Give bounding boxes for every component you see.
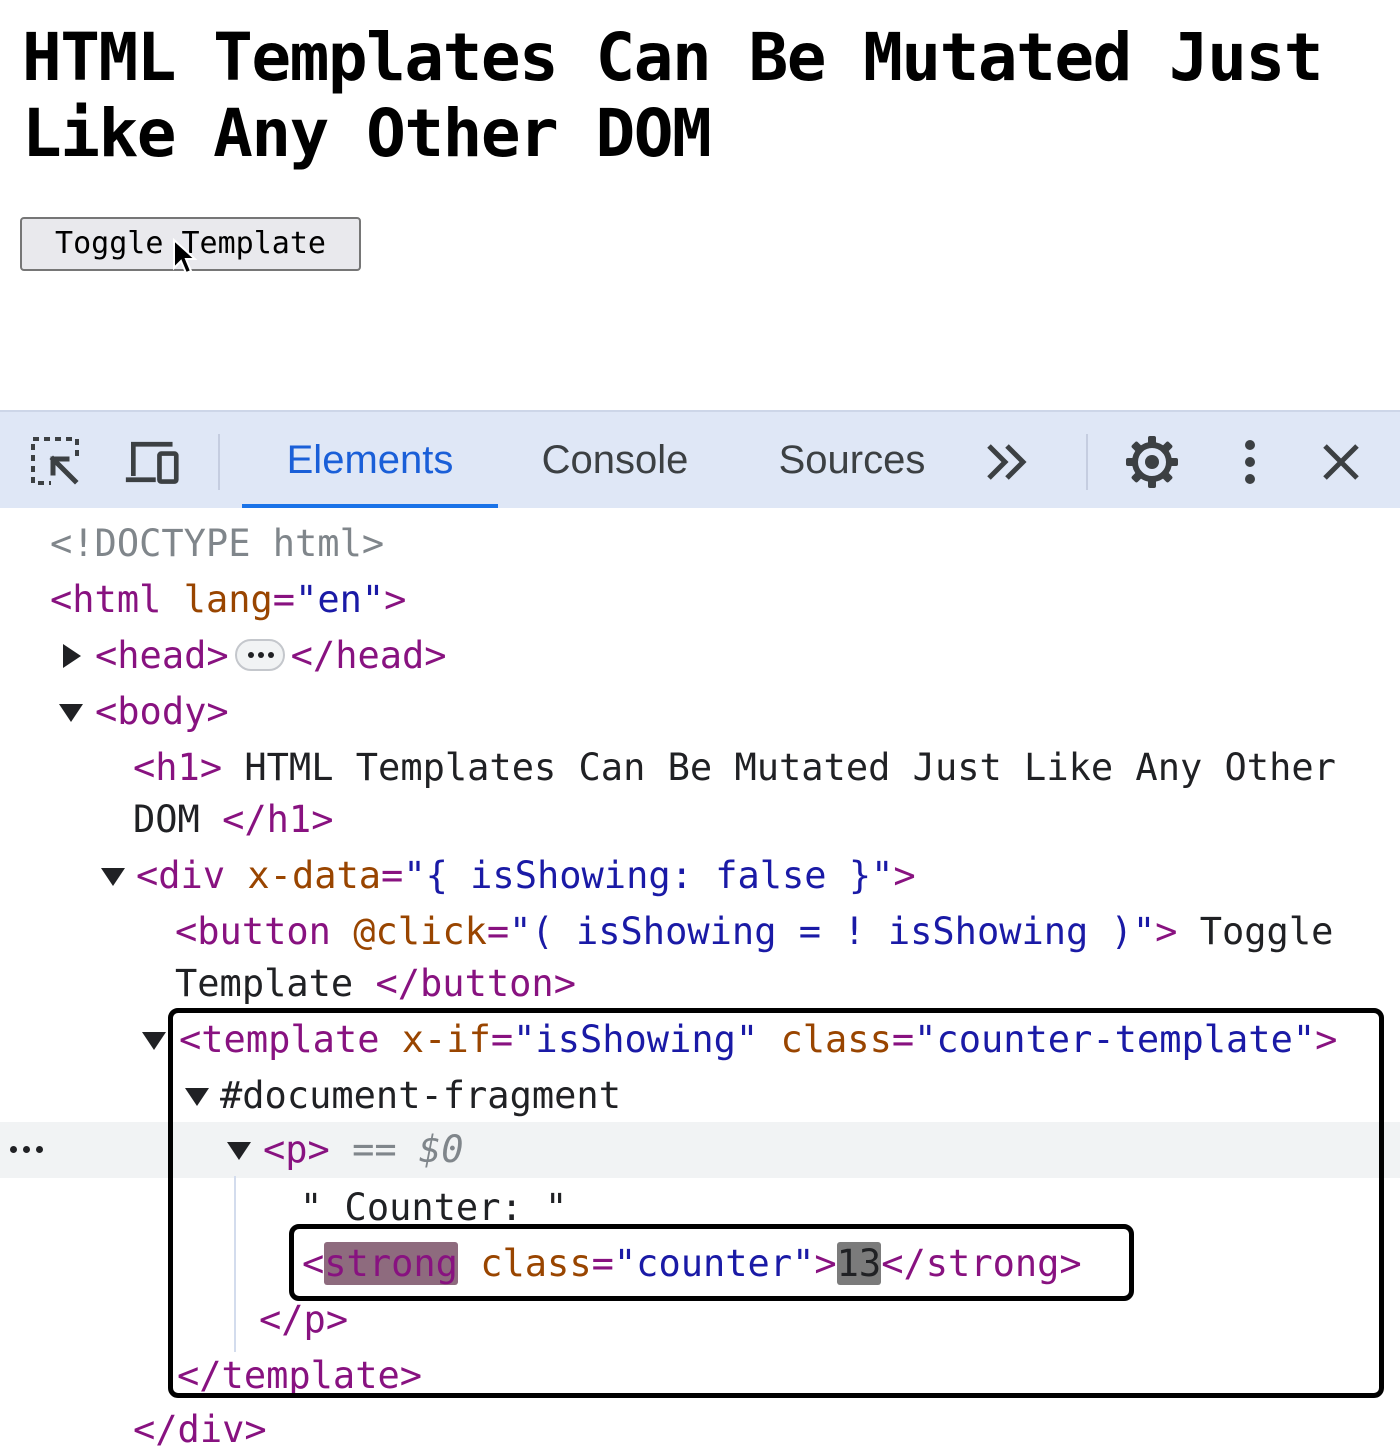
- head-open-tag: <head>: [95, 634, 229, 677]
- tree-node-p-selected[interactable]: <p> == $0: [0, 1122, 1400, 1178]
- html-lang-value: "en": [295, 578, 385, 621]
- div-close-bracket: >: [893, 854, 916, 897]
- div-close-tag: </div>: [133, 1408, 267, 1446]
- more-tabs-icon[interactable]: [980, 434, 1036, 490]
- template-close-tag: </template>: [177, 1354, 423, 1397]
- collapsed-ellipsis-icon[interactable]: [234, 638, 285, 671]
- p-open-tag: <p>: [263, 1128, 330, 1171]
- tree-node-button[interactable]: <button @click="( isShowing = ! isShowin…: [0, 904, 1400, 960]
- h1-open-tag: <h1>: [133, 746, 223, 789]
- h1-close-tag: </h1>: [222, 798, 334, 841]
- document-fragment-label: #document-fragment: [220, 1074, 621, 1117]
- strong-class-attr: class: [480, 1242, 592, 1285]
- tree-node-template[interactable]: <template x-if="isShowing" class="counte…: [0, 1012, 1400, 1068]
- head-close-tag: </head>: [290, 634, 447, 677]
- h1-text-line1: HTML Templates Can Be Mutated Just Like …: [222, 746, 1336, 789]
- devtools-toolbar: Elements Console Sources: [0, 410, 1400, 509]
- tree-node-doctype[interactable]: <!DOCTYPE html>: [0, 516, 1400, 572]
- template-xif-attr: x-if: [401, 1018, 491, 1061]
- collapse-triangle-icon[interactable]: [142, 1032, 166, 1050]
- html-close-bracket: >: [384, 578, 407, 621]
- tree-node-template-close[interactable]: </template>: [0, 1348, 1400, 1404]
- elements-tree: <!DOCTYPE html> <html lang="en"> <head> <…: [0, 508, 1400, 1446]
- strong-lt: <: [302, 1242, 325, 1285]
- template-class-value: "counter-template": [914, 1018, 1316, 1061]
- settings-gear-icon[interactable]: [1124, 434, 1180, 490]
- button-close-bracket: >: [1155, 910, 1178, 953]
- kebab-menu-icon[interactable]: [1222, 434, 1278, 490]
- counter-value-highlight: 13: [836, 1242, 882, 1285]
- tree-node-document-fragment[interactable]: #document-fragment: [0, 1068, 1400, 1124]
- toolbar-separator: [218, 434, 220, 490]
- p-close-tag: </p>: [259, 1298, 349, 1341]
- tree-node-div[interactable]: <div x-data="{ isShowing: false }">: [0, 848, 1400, 904]
- tree-node-counter-text[interactable]: " Counter: ": [0, 1180, 1400, 1236]
- tree-node-p-close[interactable]: </p>: [0, 1292, 1400, 1348]
- button-close-tag: </button>: [375, 962, 576, 1005]
- template-xif-value: "isShowing": [513, 1018, 759, 1061]
- strong-close-tag: </strong>: [881, 1242, 1082, 1285]
- tree-node-html[interactable]: <html lang="en">: [0, 572, 1400, 628]
- body-open-tag: <body>: [95, 690, 229, 733]
- div-xdata-attr: x-data: [247, 854, 382, 897]
- tree-node-strong[interactable]: <strong class="counter">13</strong>: [0, 1236, 1400, 1292]
- row-actions-ellipsis-icon[interactable]: [10, 1146, 50, 1156]
- rendered-page: HTML Templates Can Be Mutated Just Like …: [0, 0, 1400, 410]
- close-icon[interactable]: [1313, 434, 1369, 490]
- collapse-triangle-icon[interactable]: [227, 1142, 251, 1160]
- html-open-tag: <html: [50, 578, 162, 621]
- strong-class-value: "counter": [613, 1242, 815, 1285]
- tree-node-head[interactable]: <head> </head>: [0, 628, 1400, 684]
- button-click-value: "( isShowing = ! isShowing )": [509, 910, 1156, 953]
- expand-triangle-icon[interactable]: [63, 644, 81, 668]
- tree-node-button-wrap[interactable]: Template </button>: [0, 956, 1400, 1012]
- collapse-triangle-icon[interactable]: [101, 868, 125, 886]
- button-click-attr: @click: [353, 910, 487, 953]
- mouse-cursor-icon: [173, 238, 198, 275]
- tree-node-h1-wrap[interactable]: DOM </h1>: [0, 792, 1400, 848]
- button-open-tag: <button: [175, 910, 331, 953]
- toolbar-separator: [1086, 434, 1088, 490]
- template-open-tag: <template: [179, 1018, 380, 1061]
- collapse-triangle-icon[interactable]: [59, 704, 83, 722]
- div-xdata-value: "{ isShowing: false }": [403, 854, 894, 897]
- button-text-line1: Toggle: [1177, 910, 1334, 953]
- tree-node-body[interactable]: <body>: [0, 684, 1400, 740]
- tab-elements[interactable]: Elements: [242, 412, 498, 508]
- counter-text-node: " Counter: ": [300, 1186, 568, 1229]
- button-text-line2: Template: [175, 962, 376, 1005]
- div-open-tag: <div: [136, 854, 226, 897]
- strong-tag-name-highlight: strong: [324, 1242, 458, 1285]
- template-class-attr: class: [780, 1018, 892, 1061]
- tree-node-div-close[interactable]: </div>: [0, 1402, 1400, 1446]
- tree-node-h1[interactable]: <h1> HTML Templates Can Be Mutated Just …: [0, 740, 1400, 796]
- tab-sources[interactable]: Sources: [752, 412, 952, 508]
- selected-node-marker: == $0: [352, 1128, 464, 1171]
- template-close-bracket: >: [1315, 1018, 1338, 1061]
- device-toggle-icon[interactable]: [124, 434, 180, 490]
- page-title: HTML Templates Can Be Mutated Just Like …: [22, 19, 1324, 172]
- strong-gt: >: [814, 1242, 837, 1285]
- inspect-element-icon[interactable]: [28, 434, 84, 490]
- doctype-text: <!DOCTYPE html>: [50, 522, 385, 565]
- html-lang-attr: lang: [183, 578, 273, 621]
- collapse-triangle-icon[interactable]: [185, 1088, 209, 1106]
- tab-console[interactable]: Console: [512, 412, 718, 508]
- h1-text-line2: DOM: [133, 798, 223, 841]
